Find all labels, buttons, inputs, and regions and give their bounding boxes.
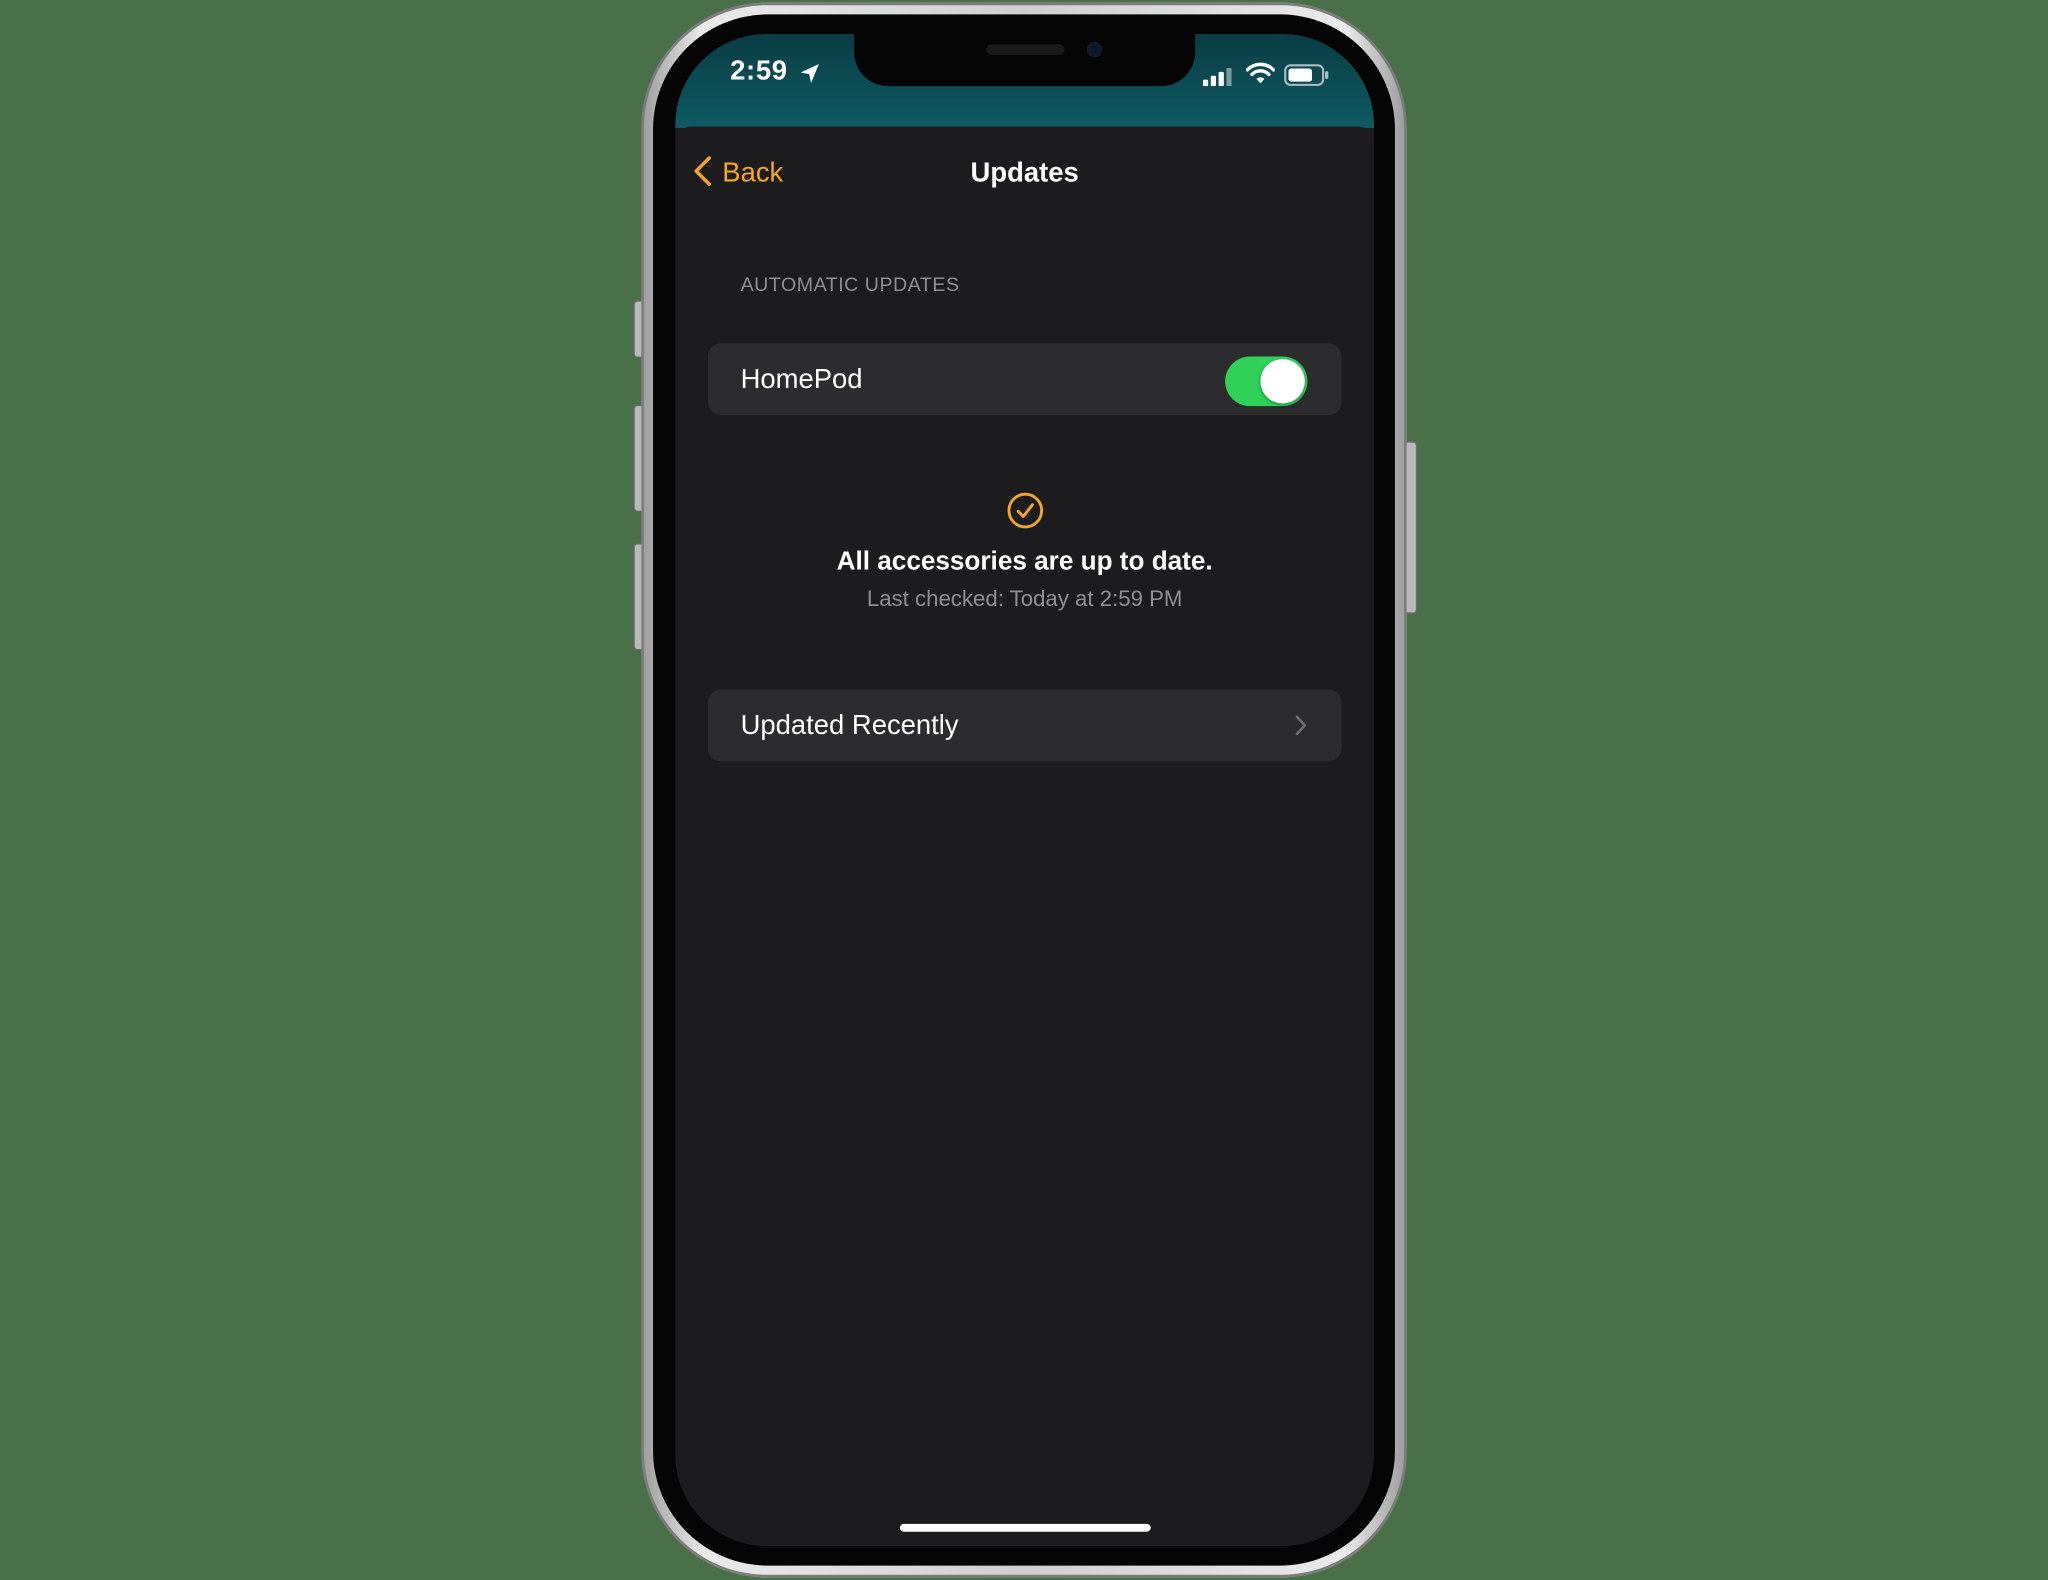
page-title: Updates [970, 158, 1079, 189]
notch [854, 33, 1196, 87]
location-arrow-icon [799, 63, 820, 92]
device-stage: 2:59 Back Updates AUTOMATIC UPDATES Home… [0, 0, 2048, 1580]
cellular-signal-icon [1202, 67, 1232, 93]
last-checked-text: Last checked: Today at 2:59 PM [866, 586, 1183, 612]
update-status-title: All accessories are up to date. [836, 547, 1213, 576]
status-bar: 2:59 [675, 33, 1375, 128]
updated-recently-label: Updated Recently [740, 709, 959, 740]
status-time: 2:59 [730, 56, 788, 87]
homepod-auto-update-row: HomePod [707, 343, 1342, 416]
homepod-label: HomePod [740, 363, 863, 394]
earpiece-speaker [986, 44, 1065, 55]
chevron-right-icon [1294, 714, 1307, 743]
battery-icon [1284, 64, 1330, 93]
phone-screen: 2:59 Back Updates AUTOMATIC UPDATES Home… [675, 33, 1375, 1547]
updates-sheet: Back Updates AUTOMATIC UPDATES HomePod A… [675, 126, 1375, 1547]
toggle-knob [1260, 359, 1305, 404]
section-header-automatic-updates: AUTOMATIC UPDATES [740, 274, 960, 297]
homepod-auto-update-toggle[interactable] [1225, 356, 1308, 407]
wifi-icon [1245, 61, 1276, 91]
updated-recently-row[interactable]: Updated Recently [707, 689, 1342, 762]
checkmark-circle-icon [1006, 491, 1045, 537]
front-camera [1086, 41, 1103, 58]
home-indicator[interactable] [899, 1523, 1151, 1532]
